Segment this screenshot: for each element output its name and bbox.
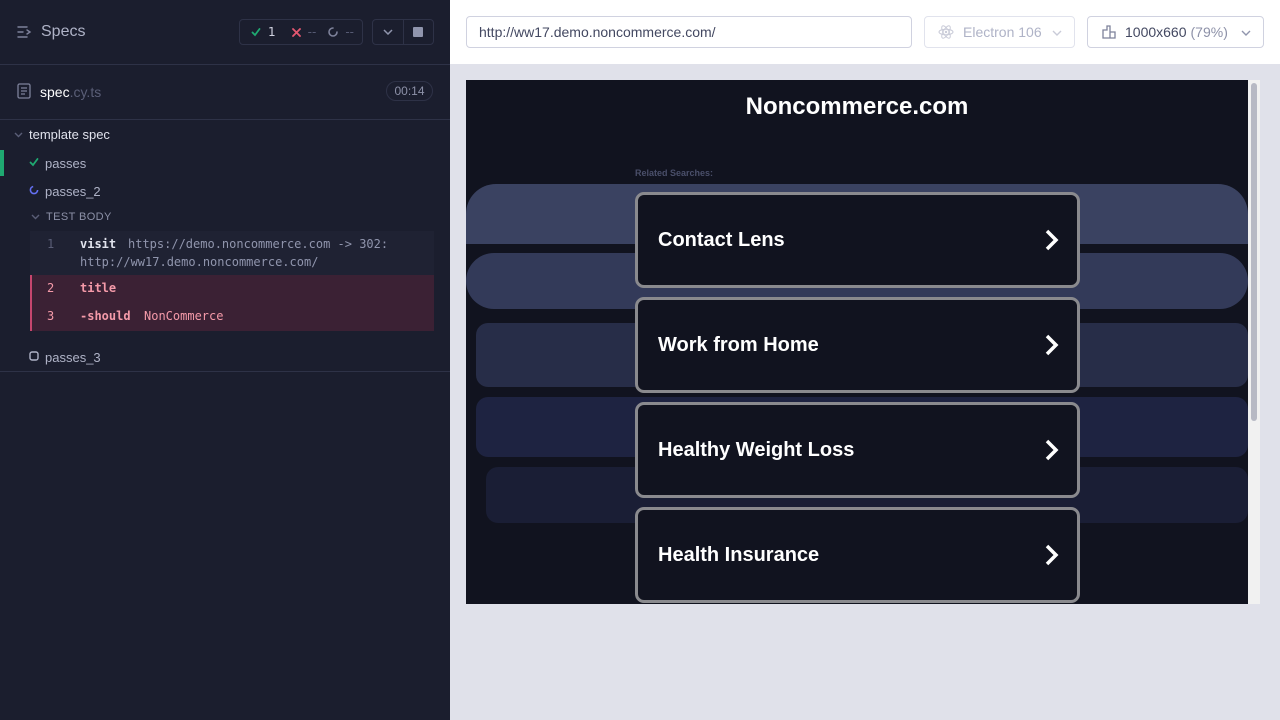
reporter-panel: Specs 1 -- -- spec.cy.ts 00:14 template … <box>0 0 450 720</box>
passed-count: 1 <box>268 25 276 39</box>
related-searches-label: Related Searches: <box>635 168 714 178</box>
spec-name: spec.cy.ts <box>40 84 101 100</box>
chevron-right-icon <box>1045 439 1059 461</box>
command-number: 3 <box>47 309 55 323</box>
command-message-cont: http://ww17.demo.noncommerce.com/ <box>80 255 319 269</box>
command-name: -should <box>80 309 131 323</box>
expand-toggle-button[interactable] <box>373 20 404 44</box>
stop-button[interactable] <box>404 20 434 44</box>
search-link-work-from-home[interactable]: Work from Home <box>635 297 1080 393</box>
test-stats: 1 -- -- <box>239 19 363 45</box>
x-icon <box>291 27 301 37</box>
test-label: passes_2 <box>45 183 101 199</box>
aut-header: http://ww17.demo.noncommerce.com/ Electr… <box>450 0 1280 64</box>
specs-button[interactable]: Specs <box>17 23 85 41</box>
command-number: 1 <box>47 237 55 251</box>
browser-selector[interactable]: Electron 106 <box>924 16 1075 48</box>
chevron-right-icon <box>1045 334 1059 356</box>
passed-stat: 1 <box>240 25 276 39</box>
pending-count: -- <box>345 25 354 39</box>
test-passes-3[interactable]: passes_3 <box>0 344 450 370</box>
command-visit[interactable]: 1 visit https://demo.noncommerce.com -> … <box>30 231 434 275</box>
scrollbar-thumb[interactable] <box>1251 83 1257 421</box>
link-text: Work from Home <box>658 333 819 356</box>
aut-iframe: Noncommerce.com Related Searches: Contac… <box>466 80 1260 604</box>
command-message: NonCommerce <box>144 309 224 323</box>
link-text: Contact Lens <box>658 228 785 251</box>
document-icon <box>17 83 31 99</box>
test-body-header[interactable]: TEST BODY <box>31 211 112 223</box>
spec-extension: .cy.ts <box>69 84 102 100</box>
viewport-size: 1000x660 <box>1125 24 1187 40</box>
pending-stat: -- <box>316 25 354 39</box>
command-number: 2 <box>47 281 55 295</box>
search-link-contact-lens[interactable]: Contact Lens <box>635 192 1080 288</box>
command-message: https://demo.noncommerce.com -> 302: <box>128 237 389 251</box>
suite-title[interactable]: template spec <box>14 127 110 142</box>
search-link-health-insurance[interactable]: Health Insurance <box>635 507 1080 603</box>
chevron-right-icon <box>1045 229 1059 251</box>
viewport-selector[interactable]: 1000x660 (79%) <box>1087 16 1264 48</box>
test-label: passes_3 <box>45 349 101 365</box>
chevron-down-icon <box>383 29 393 35</box>
chevron-right-icon <box>1045 544 1059 566</box>
reporter-header: Specs 1 -- -- <box>0 0 450 65</box>
viewport-scale: (79%) <box>1190 24 1228 40</box>
aut-panel: http://ww17.demo.noncommerce.com/ Electr… <box>450 0 1280 720</box>
spinner-icon <box>328 27 339 37</box>
running-icon <box>29 185 39 195</box>
link-text: Healthy Weight Loss <box>658 438 855 461</box>
search-link-healthy-weight-loss[interactable]: Healthy Weight Loss <box>635 402 1080 498</box>
site-title: Noncommerce.com <box>745 93 969 120</box>
iframe-scrollbar[interactable] <box>1248 80 1260 604</box>
command-should[interactable]: 3 -should NonCommerce <box>30 303 434 331</box>
pending-square-icon <box>29 351 39 361</box>
browser-name: Electron 106 <box>963 24 1042 40</box>
command-name: visit <box>80 237 117 251</box>
command-title[interactable]: 2 title <box>30 275 434 303</box>
spec-duration: 00:14 <box>386 81 433 101</box>
test-passes[interactable]: passes <box>0 150 450 176</box>
specs-label: Specs <box>41 23 86 40</box>
suite-label: template spec <box>29 127 110 142</box>
stop-icon <box>413 27 424 37</box>
specs-list-icon <box>17 26 32 38</box>
check-icon <box>29 158 39 167</box>
failed-count: -- <box>307 25 317 39</box>
test-passes-2[interactable]: passes_2 <box>0 178 450 204</box>
ruler-icon <box>1102 25 1116 39</box>
check-icon <box>251 28 261 37</box>
electron-icon <box>938 25 954 39</box>
failed-stat: -- <box>276 25 317 39</box>
divider <box>0 371 450 372</box>
command-name: title <box>80 281 117 295</box>
test-label: passes <box>45 155 87 171</box>
spec-basename: spec <box>40 84 70 100</box>
url-bar[interactable]: http://ww17.demo.noncommerce.com/ <box>466 16 912 48</box>
test-body-label: TEST BODY <box>46 211 112 223</box>
run-controls <box>372 19 434 45</box>
chevron-down-icon <box>31 214 40 220</box>
chevron-down-icon <box>1241 30 1251 36</box>
chevron-down-icon <box>1052 30 1062 36</box>
link-text: Health Insurance <box>658 543 820 566</box>
chevron-down-icon <box>14 132 23 137</box>
